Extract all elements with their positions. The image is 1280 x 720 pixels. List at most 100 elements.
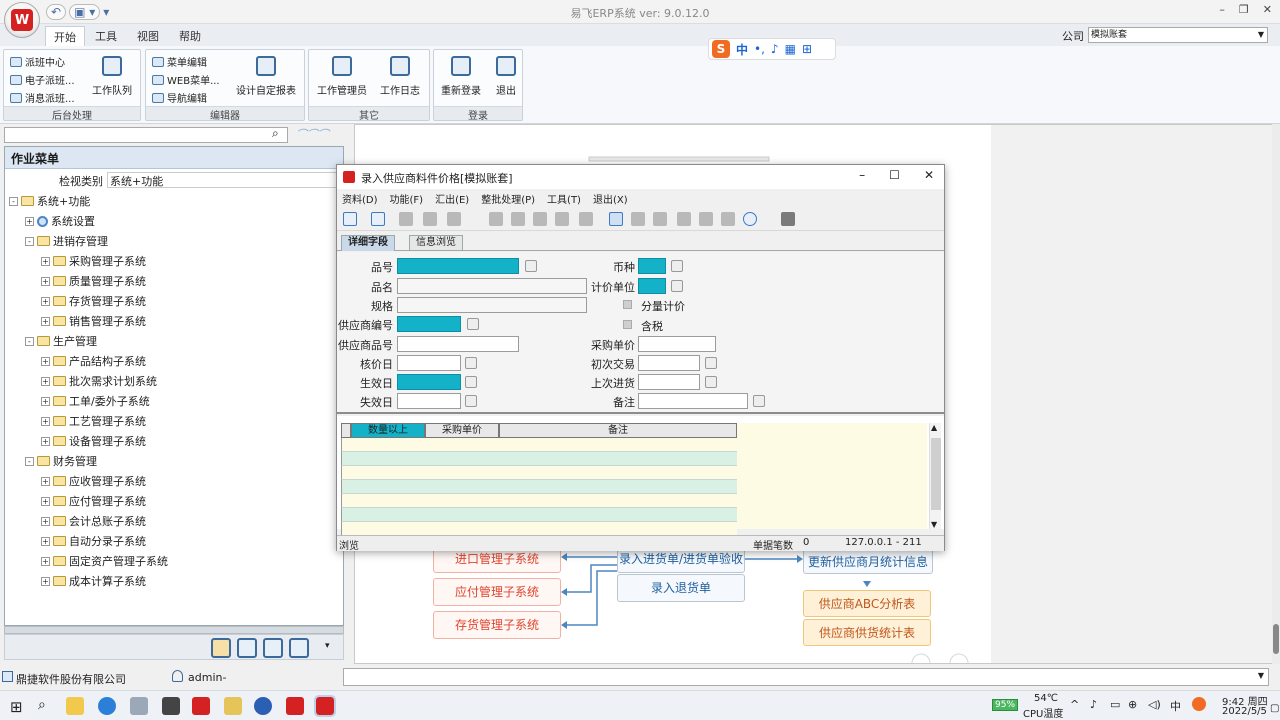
tab-tools[interactable]: 工具 xyxy=(95,28,117,44)
menu-batch[interactable]: 整批处理(P) xyxy=(481,191,535,206)
erp-app-icon-2[interactable] xyxy=(286,697,304,715)
splitter-handle[interactable] xyxy=(4,626,344,634)
windows-start-icon[interactable]: ⊞ xyxy=(10,698,23,716)
delete-icon[interactable] xyxy=(423,212,437,226)
dispatch-center-button[interactable]: 派班中心 xyxy=(10,54,65,69)
menu-data[interactable]: 资料(D) xyxy=(342,191,378,206)
expand-icon[interactable]: + xyxy=(41,476,50,486)
tree-item[interactable]: - 系统+功能 xyxy=(9,193,90,209)
expand-icon[interactable]: + xyxy=(41,556,50,566)
expand-icon[interactable]: + xyxy=(41,316,50,326)
erp-app-icon-active[interactable] xyxy=(314,695,336,717)
tray-chevron-icon[interactable]: ^ xyxy=(1070,698,1079,711)
relogin-button[interactable]: 重新登录 xyxy=(441,56,481,97)
battery-icon[interactable]: ▭ xyxy=(1110,698,1120,711)
tab-view[interactable]: 视图 xyxy=(137,28,159,44)
tree-item[interactable]: + 设备管理子系统 xyxy=(41,433,146,449)
work-queue-button[interactable]: 工作队列 xyxy=(92,56,132,97)
currency-lookup-icon[interactable] xyxy=(671,260,683,272)
tree-item[interactable]: + 工艺管理子系统 xyxy=(41,413,146,429)
expire-date-input[interactable] xyxy=(397,393,461,409)
cancel-icon[interactable] xyxy=(653,212,667,226)
item-lookup-icon[interactable] xyxy=(525,260,537,272)
notification-icon[interactable]: ▢ xyxy=(1270,703,1279,714)
approve-date-input[interactable] xyxy=(397,355,461,371)
app-icon[interactable] xyxy=(130,697,148,715)
network-icon[interactable]: ⊕ xyxy=(1128,698,1137,711)
keyboard-icon[interactable]: ▦ xyxy=(785,42,796,56)
collapse-icon[interactable]: - xyxy=(25,456,34,466)
tree-item[interactable]: + 采购管理子系统 xyxy=(41,253,146,269)
supplier-lookup-icon[interactable] xyxy=(467,318,479,330)
menu-edit-button[interactable]: 菜单编辑 xyxy=(152,54,207,69)
close-icon[interactable]: ✕ xyxy=(924,168,934,182)
scroll-thumb[interactable] xyxy=(1273,624,1279,654)
tree-item[interactable]: + 存货管理子系统 xyxy=(41,293,146,309)
refresh-icon[interactable] xyxy=(579,212,593,226)
expand-icon[interactable]: + xyxy=(41,536,50,546)
company-select[interactable]: 模拟账套 ▼ xyxy=(1088,27,1268,43)
erp-app-icon[interactable] xyxy=(192,697,210,715)
tree-item[interactable]: + 质量管理子系统 xyxy=(41,273,146,289)
table-row[interactable] xyxy=(341,452,737,466)
confirm-icon[interactable] xyxy=(631,212,645,226)
edge-icon[interactable] xyxy=(98,697,116,715)
search-icon[interactable]: ⌕ xyxy=(38,697,46,713)
expand-icon[interactable]: + xyxy=(41,376,50,386)
tree-item[interactable]: + 会计总账子系统 xyxy=(41,513,146,529)
chevron-down-icon[interactable]: ▾ xyxy=(325,641,330,651)
expand-icon[interactable]: + xyxy=(41,436,50,446)
edit-icon[interactable] xyxy=(399,212,413,226)
prev-record-icon[interactable] xyxy=(511,212,525,226)
tree-item[interactable]: + 自动分录子系统 xyxy=(41,533,146,549)
collapse-icon[interactable]: - xyxy=(25,336,34,346)
calendar-icon[interactable] xyxy=(465,395,477,407)
tree-item[interactable]: + 固定资产管理子系统 xyxy=(41,553,168,569)
new-icon[interactable] xyxy=(343,212,357,226)
tab-start[interactable]: 开始 xyxy=(45,26,85,46)
viewtype-select[interactable]: 系统+功能 xyxy=(107,172,343,188)
scroll-down-icon[interactable]: ▼ xyxy=(931,520,937,529)
file-explorer-icon[interactable] xyxy=(66,697,84,715)
attach-icon[interactable] xyxy=(721,212,735,226)
calendar-icon[interactable] xyxy=(705,376,717,388)
effective-date-input[interactable] xyxy=(397,374,461,390)
maximize-icon[interactable]: ☐ xyxy=(889,168,900,182)
tree-item[interactable]: + 销售管理子系统 xyxy=(41,313,146,329)
table-row[interactable] xyxy=(341,466,737,480)
collapse-icon[interactable]: - xyxy=(9,196,18,206)
browser-icon[interactable] xyxy=(254,697,272,715)
microphone-icon[interactable]: ♪ xyxy=(1090,698,1097,711)
table-row[interactable] xyxy=(341,438,737,452)
tree-item[interactable]: + 应收管理子系统 xyxy=(41,473,146,489)
punctuation-icon[interactable]: •, xyxy=(754,42,765,56)
clock-date[interactable]: 2022/5/5 xyxy=(1222,706,1267,717)
expand-icon[interactable]: + xyxy=(41,396,50,406)
grid-scrollbar[interactable]: ▲ ▼ xyxy=(929,423,941,529)
job-admin-button[interactable]: 工作管理员 xyxy=(317,56,367,97)
microphone-icon[interactable]: ♪ xyxy=(771,42,779,56)
table-row[interactable] xyxy=(341,494,737,508)
expand-icon[interactable]: + xyxy=(25,216,34,226)
screenshot-icon[interactable] xyxy=(263,638,283,658)
remark-input[interactable] xyxy=(638,393,748,409)
tree-item[interactable]: + 成本计算子系统 xyxy=(41,573,146,589)
supplier-part-input[interactable] xyxy=(397,336,519,352)
tax-included-checkbox[interactable] xyxy=(623,320,632,329)
design-report-button[interactable]: 设计自定报表 xyxy=(236,56,296,97)
remark-edit-icon[interactable] xyxy=(753,395,765,407)
expand-icon[interactable]: + xyxy=(41,516,50,526)
tray-ime-label[interactable]: 中 xyxy=(1170,698,1181,714)
app-logo[interactable]: W xyxy=(4,2,40,38)
expand-icon[interactable]: + xyxy=(41,276,50,286)
purchase-price-input[interactable] xyxy=(638,336,716,352)
tab-help[interactable]: 帮助 xyxy=(179,28,201,44)
expand-icon[interactable]: + xyxy=(41,416,50,426)
grid-scroll-thumb[interactable] xyxy=(931,438,941,510)
close-icon[interactable]: ✕ xyxy=(1263,3,1272,16)
table-row[interactable] xyxy=(341,508,737,522)
unit-lookup-icon[interactable] xyxy=(671,280,683,292)
col-remark[interactable]: 备注 xyxy=(499,423,737,438)
first-record-icon[interactable] xyxy=(489,212,503,226)
tool-icon[interactable] xyxy=(289,638,309,658)
